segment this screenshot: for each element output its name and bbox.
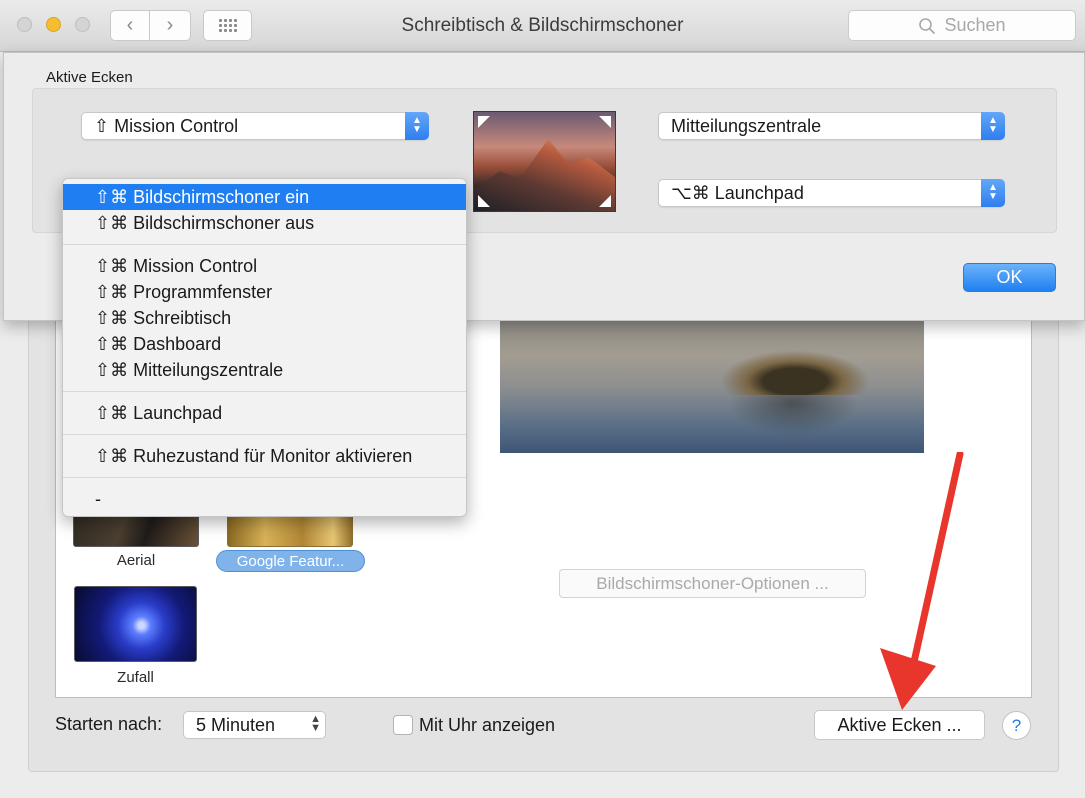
menu-separator — [63, 434, 466, 435]
ok-button[interactable]: OK — [963, 263, 1056, 292]
show-clock-checkbox[interactable] — [393, 715, 413, 735]
top-left-corner-value: ⇧ Mission Control — [94, 116, 239, 136]
search-icon — [919, 17, 936, 34]
menu-item-notification-center[interactable]: ⇧⌘ Mitteilungszentrale — [63, 357, 466, 383]
menu-item-launchpad[interactable]: ⇧⌘ Launchpad — [63, 400, 466, 426]
corner-marker-top-right-icon — [599, 116, 611, 128]
screensaver-label-google-featured[interactable]: Google Featur... — [216, 550, 365, 572]
popup-arrows-icon: ▲ ▼ — [981, 112, 1005, 140]
popup-arrows-icon: ▲ ▼ — [981, 179, 1005, 207]
corner-marker-bottom-right-icon — [599, 195, 611, 207]
top-left-corner-popup[interactable]: ⇧ Mission Control ▲ ▼ — [81, 112, 429, 140]
bottom-right-corner-value: ⌥⌘ Launchpad — [671, 183, 804, 203]
menu-item-desktop[interactable]: ⇧⌘ Schreibtisch — [63, 305, 466, 331]
top-right-corner-popup[interactable]: Mitteilungszentrale ▲ ▼ — [658, 112, 1005, 140]
menu-item-mission-control[interactable]: ⇧⌘ Mission Control — [63, 253, 466, 279]
start-after-select[interactable]: 5 Minuten ▲ ▼ — [183, 711, 326, 739]
corner-action-menu: ⇧⌘ Bildschirmschoner ein ⇧⌘ Bildschirmsc… — [62, 178, 467, 517]
menu-item-dashboard[interactable]: ⇧⌘ Dashboard — [63, 331, 466, 357]
minimize-window-button[interactable] — [46, 17, 61, 32]
hot-corners-button[interactable]: Aktive Ecken ... — [814, 710, 985, 740]
corner-marker-top-left-icon — [478, 116, 490, 128]
chevron-right-icon: › — [166, 14, 174, 36]
show-all-button[interactable] — [203, 10, 252, 41]
bottom-right-corner-popup[interactable]: ⌥⌘ Launchpad ▲ ▼ — [658, 179, 1005, 207]
window-title: Schreibtisch & Bildschirmschoner — [401, 15, 684, 36]
screensaver-thumb-zufall[interactable] — [74, 586, 197, 662]
corner-marker-bottom-left-icon — [478, 195, 490, 207]
back-button[interactable]: ‹ — [110, 10, 150, 41]
screensaver-options-button[interactable]: Bildschirmschoner-Optionen ... — [559, 569, 866, 598]
annotation-arrow-icon — [880, 452, 964, 710]
menu-item-screensaver-on[interactable]: ⇧⌘ Bildschirmschoner ein — [63, 184, 466, 210]
desktop-preview-thumbnail — [473, 111, 616, 212]
menu-separator — [63, 244, 466, 245]
search-placeholder: Suchen — [944, 15, 1006, 35]
close-window-button[interactable] — [17, 17, 32, 32]
top-right-corner-value: Mitteilungszentrale — [671, 116, 822, 136]
search-field[interactable]: Suchen — [848, 10, 1076, 41]
popup-arrows-icon: ▲ ▼ — [405, 112, 429, 140]
forward-button[interactable]: › — [150, 10, 191, 41]
screensaver-label-zufall[interactable]: Zufall — [74, 669, 197, 686]
menu-separator — [63, 391, 466, 392]
menu-separator — [63, 477, 466, 478]
menu-item-display-sleep[interactable]: ⇧⌘ Ruhezustand für Monitor aktivieren — [63, 443, 466, 469]
help-button[interactable]: ? — [1002, 711, 1031, 740]
show-clock-label[interactable]: Mit Uhr anzeigen — [419, 715, 555, 736]
menu-item-screensaver-off[interactable]: ⇧⌘ Bildschirmschoner aus — [63, 210, 466, 236]
mountain-image — [474, 139, 615, 211]
zoom-window-button[interactable] — [75, 17, 90, 32]
chevron-left-icon: ‹ — [126, 14, 134, 36]
screensaver-label-aerial[interactable]: Aerial — [73, 552, 199, 569]
preview-reed-island — [720, 350, 870, 395]
start-after-label: Starten nach: — [55, 714, 163, 734]
hot-corners-title: Aktive Ecken — [46, 69, 133, 86]
preview-reflection — [728, 395, 858, 435]
menu-item-none[interactable]: - — [63, 486, 466, 512]
grid-icon — [218, 19, 237, 32]
menu-item-application-windows[interactable]: ⇧⌘ Programmfenster — [63, 279, 466, 305]
up-down-arrows-icon: ▲ ▼ — [310, 713, 321, 734]
start-after-value: 5 Minuten — [196, 715, 276, 735]
